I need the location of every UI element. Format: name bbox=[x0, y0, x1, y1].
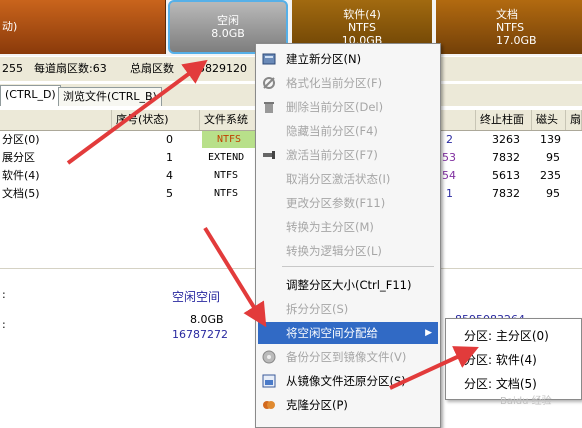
row-end-cyl: 3263 bbox=[492, 133, 520, 146]
trash-icon bbox=[264, 102, 274, 113]
free-size-value: 8.0GB bbox=[190, 313, 224, 326]
header-blank bbox=[0, 110, 112, 130]
menu-label: 取消分区激活状态(I) bbox=[286, 172, 391, 186]
menu-item-backup[interactable]: 备份分区到镜像文件(V) bbox=[258, 346, 438, 368]
menu-item-delete[interactable]: 删除当前分区(Del) bbox=[258, 96, 438, 118]
free-size: 8.0GB bbox=[211, 27, 245, 40]
menu-label: 从镜像文件还原分区(S) bbox=[286, 374, 406, 388]
free-space-label: 空闲空间 bbox=[172, 290, 221, 304]
partition-segment-primary[interactable]: 动) bbox=[0, 0, 166, 54]
row-fs: EXTEND bbox=[208, 152, 245, 163]
menu-label: 删除当前分区(Del) bbox=[286, 100, 384, 114]
free-label: 空闲 bbox=[217, 14, 239, 27]
menu-label: 格式化当前分区(F) bbox=[286, 76, 383, 90]
menu-item-allocate-free-space[interactable]: 将空闲空间分配给 ▶ bbox=[258, 322, 438, 344]
header-head[interactable]: 磁头 bbox=[532, 110, 566, 130]
row-name: 分区(0) bbox=[2, 133, 40, 146]
header-index[interactable]: 序号(状态) bbox=[112, 110, 200, 130]
menu-item-new-partition[interactable]: 建立新分区(N) bbox=[258, 48, 438, 70]
format-icon bbox=[263, 77, 275, 89]
menu-label: 隐藏当前分区(F4) bbox=[286, 124, 378, 138]
menu-item-deactivate[interactable]: 取消分区激活状态(I) bbox=[258, 168, 438, 190]
software-label: 软件(4) bbox=[343, 8, 381, 21]
row-end-cyl: 7832 bbox=[492, 187, 520, 200]
partition-label: 动) bbox=[2, 20, 18, 33]
menu-label: 转换为逻辑分区(L) bbox=[286, 244, 382, 258]
menu-item-split[interactable]: 拆分分区(S) bbox=[258, 298, 438, 320]
header-blank2 bbox=[440, 110, 476, 130]
total-sectors-label: 总扇区数 bbox=[130, 62, 174, 75]
row-col: 1 bbox=[446, 187, 453, 200]
tab-browse-files[interactable]: 浏览文件(CTRL_B) bbox=[58, 87, 162, 106]
tab-partition-params[interactable]: (CTRL_D) bbox=[0, 85, 61, 106]
clone-icon bbox=[263, 401, 275, 409]
row-col: 53 bbox=[442, 151, 456, 164]
row-name: 软件(4) bbox=[2, 169, 40, 182]
menu-label: 拆分分区(S) bbox=[286, 302, 349, 316]
backup-icon bbox=[262, 350, 276, 364]
row-col: 2 bbox=[446, 133, 453, 146]
submenu-arrow-icon: ▶ bbox=[425, 328, 432, 338]
row-index: 5 bbox=[166, 187, 173, 200]
row-head: 95 bbox=[546, 187, 560, 200]
menu-item-activate[interactable]: 激活当前分区(F7) bbox=[258, 144, 438, 166]
row-name: 文档(5) bbox=[2, 187, 40, 200]
total-sectors-value: 5829120 bbox=[198, 62, 247, 75]
row-index: 0 bbox=[166, 133, 173, 146]
header-filesystem[interactable]: 文件系统 bbox=[200, 110, 258, 130]
row-name: 展分区 bbox=[2, 151, 35, 164]
menu-item-change-params[interactable]: 更改分区参数(F11) bbox=[258, 192, 438, 214]
docs-fs: NTFS bbox=[496, 21, 525, 34]
menu-label: 建立新分区(N) bbox=[286, 52, 362, 66]
lower-colon-2: : bbox=[2, 318, 6, 331]
menu-item-hide[interactable]: 隐藏当前分区(F4) bbox=[258, 120, 438, 142]
menu-label: 更改分区参数(F11) bbox=[286, 196, 386, 210]
menu-label: 调整分区大小(Ctrl_F11) bbox=[286, 278, 412, 292]
row-fs: NTFS bbox=[202, 131, 256, 148]
context-menu: 建立新分区(N) 格式化当前分区(F) 删除当前分区(Del) 隐藏当前分区(F… bbox=[255, 43, 441, 428]
menu-item-clone[interactable]: 克隆分区(P) bbox=[258, 394, 438, 416]
menu-label: 克隆分区(P) bbox=[286, 398, 348, 412]
menu-label: 将空闲空间分配给 bbox=[286, 326, 378, 340]
docs-label: 文档 bbox=[496, 8, 518, 21]
row-end-cyl: 7832 bbox=[492, 151, 520, 164]
row-col: 54 bbox=[442, 169, 456, 182]
restore-icon bbox=[262, 374, 276, 388]
menu-item-to-logical[interactable]: 转换为逻辑分区(L) bbox=[258, 240, 438, 262]
sectors-per-track: 每道扇区数:63 bbox=[34, 62, 107, 75]
row-head: 139 bbox=[540, 133, 561, 146]
menu-item-format[interactable]: 格式化当前分区(F) bbox=[258, 72, 438, 94]
header-end-cylinder[interactable]: 终止柱面 bbox=[476, 110, 532, 130]
free-sectors-value: 16787272 bbox=[172, 328, 228, 341]
header-sector[interactable]: 扇 bbox=[566, 110, 582, 130]
menu-item-to-primary[interactable]: 转换为主分区(M) bbox=[258, 216, 438, 238]
menu-label: 激活当前分区(F7) bbox=[286, 148, 378, 162]
watermark: Baidu 经验 bbox=[500, 396, 552, 407]
activate-icon bbox=[263, 151, 275, 159]
row-head: 95 bbox=[546, 151, 560, 164]
submenu-item-primary[interactable]: 分区: 主分区(0) bbox=[464, 325, 582, 347]
lower-colon-1: : bbox=[2, 288, 6, 301]
menu-separator bbox=[282, 266, 434, 267]
software-fs: NTFS bbox=[347, 21, 377, 34]
menu-label: 备份分区到镜像文件(V) bbox=[286, 350, 407, 364]
allocate-submenu: 分区: 主分区(0) 分区: 软件(4) 分区: 文档(5) bbox=[445, 318, 582, 400]
row-head: 235 bbox=[540, 169, 561, 182]
menu-label: 转换为主分区(M) bbox=[286, 220, 374, 234]
menu-item-restore[interactable]: 从镜像文件还原分区(S) bbox=[258, 370, 438, 392]
heads-value: 255 bbox=[2, 62, 23, 75]
docs-size: 17.0GB bbox=[496, 34, 537, 47]
menu-item-resize[interactable]: 调整分区大小(Ctrl_F11) bbox=[258, 274, 438, 296]
submenu-item-software[interactable]: 分区: 软件(4) bbox=[464, 349, 582, 371]
row-fs: NTFS bbox=[214, 170, 239, 181]
row-fs: NTFS bbox=[214, 188, 239, 199]
new-partition-icon bbox=[262, 53, 276, 65]
row-index: 1 bbox=[166, 151, 173, 164]
row-end-cyl: 5613 bbox=[492, 169, 520, 182]
row-index: 4 bbox=[166, 169, 173, 182]
partition-segment-docs[interactable]: 文档 NTFS 17.0GB bbox=[436, 0, 582, 54]
